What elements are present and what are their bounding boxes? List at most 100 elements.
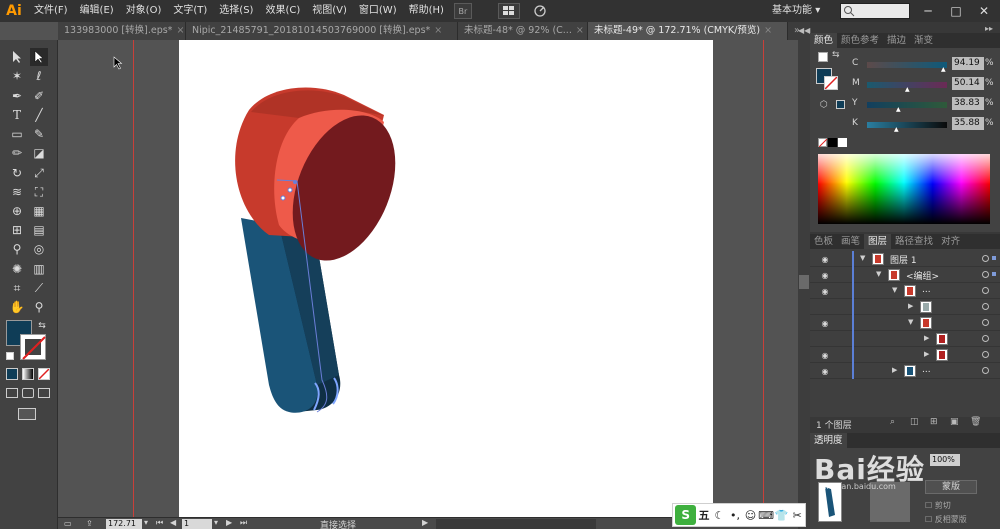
- close-button[interactable]: ✕: [972, 0, 996, 22]
- collapse-icon[interactable]: ◀◀: [798, 22, 810, 40]
- lasso-tool-icon[interactable]: ℓ: [30, 67, 48, 85]
- draw-inside-icon[interactable]: [38, 388, 50, 398]
- selection-tool-icon[interactable]: [8, 48, 26, 66]
- tab-document-3[interactable]: 未标题-48* @ 92% (C... ×: [458, 22, 588, 40]
- eraser-tool-icon[interactable]: ◪: [30, 144, 48, 162]
- tab-pathfinder[interactable]: 路径查找: [891, 234, 937, 249]
- prev-artboard-icon[interactable]: ◀: [170, 518, 176, 527]
- chevron-right-icon[interactable]: ▶: [924, 350, 929, 358]
- menu-item[interactable]: 文字(T): [167, 0, 213, 22]
- minimize-button[interactable]: ─: [916, 0, 940, 22]
- bridge-button[interactable]: Br: [453, 3, 472, 19]
- line-tool-icon[interactable]: ╱: [30, 106, 48, 124]
- magenta-value-field[interactable]: 50.14: [952, 77, 984, 90]
- close-icon[interactable]: ×: [764, 25, 772, 36]
- cyan-value-field[interactable]: 94.19: [952, 57, 984, 70]
- delete-layer-icon[interactable]: 🗑: [970, 417, 981, 427]
- chevron-down-icon[interactable]: ▾: [214, 518, 218, 527]
- search-input[interactable]: [840, 3, 910, 19]
- target-icon[interactable]: [982, 319, 989, 326]
- tab-swatches[interactable]: 色板: [810, 234, 837, 249]
- scale-tool-icon[interactable]: ⤢: [30, 164, 48, 182]
- eye-icon[interactable]: ◉: [819, 350, 831, 360]
- skin-icon[interactable]: 👕: [774, 509, 789, 522]
- target-icon[interactable]: [982, 303, 989, 310]
- menu-item[interactable]: 帮助(H): [403, 0, 450, 22]
- gradient-mode-icon[interactable]: [22, 368, 34, 380]
- target-icon[interactable]: [982, 287, 989, 294]
- arrange-documents-button[interactable]: [497, 3, 520, 19]
- free-transform-tool-icon[interactable]: ⛶: [30, 183, 48, 201]
- tab-align[interactable]: 对齐: [937, 234, 964, 249]
- pencil-tool-icon[interactable]: ✏: [8, 144, 26, 162]
- sync-icon[interactable]: [532, 2, 548, 21]
- vertical-scrollbar[interactable]: [798, 40, 810, 529]
- tab-brushes[interactable]: 画笔: [837, 234, 864, 249]
- tab-stroke[interactable]: 描边: [883, 33, 910, 48]
- stroke-swatch[interactable]: [20, 334, 46, 360]
- cyan-slider[interactable]: ▲: [867, 62, 947, 73]
- workspace-switcher[interactable]: 基本功能 ▾: [772, 0, 820, 22]
- artboard-nav-icon[interactable]: ▭: [64, 519, 72, 528]
- none-swatch[interactable]: [818, 138, 828, 148]
- none-mode-icon[interactable]: [38, 368, 50, 380]
- close-icon[interactable]: ×: [176, 25, 184, 36]
- direct-selection-tool-icon[interactable]: [30, 48, 48, 66]
- horizontal-scrollbar[interactable]: [436, 519, 596, 529]
- swap-icon[interactable]: ⇆: [36, 320, 48, 332]
- last-color-swatch[interactable]: [836, 100, 845, 109]
- artboard-tool-icon[interactable]: ⌗: [8, 279, 26, 297]
- black-swatch[interactable]: [828, 138, 837, 147]
- tab-color-guide[interactable]: 颜色参考: [837, 33, 883, 48]
- artboard[interactable]: [179, 40, 713, 517]
- layer-row[interactable]: ◉ ▼: [810, 315, 1000, 331]
- paintbrush-tool-icon[interactable]: ✎: [30, 125, 48, 143]
- scroll-thumb[interactable]: [799, 275, 809, 289]
- menu-item[interactable]: 窗口(W): [353, 0, 403, 22]
- eye-icon[interactable]: ◉: [819, 270, 831, 280]
- slice-tool-icon[interactable]: ⟋: [30, 279, 48, 297]
- chevron-right-icon[interactable]: ▶: [892, 366, 897, 374]
- tab-gradient[interactable]: 渐变: [910, 33, 937, 48]
- type-tool-icon[interactable]: T: [8, 106, 26, 124]
- menu-item[interactable]: 文件(F): [28, 0, 74, 22]
- yellow-slider[interactable]: ▲: [867, 102, 947, 113]
- draw-normal-icon[interactable]: [6, 388, 18, 398]
- chevron-down-icon[interactable]: ▼: [892, 286, 897, 294]
- blend-tool-icon[interactable]: ◎: [30, 240, 48, 258]
- menu-item[interactable]: 对象(O): [120, 0, 168, 22]
- tab-document-1[interactable]: 133983000 [转换].eps* ×: [58, 22, 186, 40]
- menu-item[interactable]: 编辑(E): [74, 0, 120, 22]
- make-mask-button[interactable]: 蒙版: [925, 480, 977, 494]
- zoom-tool-icon[interactable]: ⚲: [30, 298, 48, 316]
- target-icon[interactable]: [982, 367, 989, 374]
- target-icon[interactable]: [982, 255, 989, 262]
- width-tool-icon[interactable]: ≋: [8, 183, 26, 201]
- white-swatch[interactable]: [838, 138, 847, 147]
- menu-item[interactable]: 效果(C): [259, 0, 306, 22]
- collapse-panels-icon[interactable]: ▸▸: [985, 24, 993, 33]
- canvas-pasteboard[interactable]: [58, 40, 810, 517]
- hand-tool-icon[interactable]: ✋: [8, 298, 26, 316]
- column-graph-tool-icon[interactable]: ▥: [30, 260, 48, 278]
- first-artboard-icon[interactable]: ⏮: [156, 518, 163, 528]
- draw-behind-icon[interactable]: [22, 388, 34, 398]
- target-icon[interactable]: [982, 351, 989, 358]
- close-icon[interactable]: ×: [434, 25, 442, 36]
- yellow-value-field[interactable]: 38.83: [952, 97, 984, 110]
- swap-icon[interactable]: ⇆: [832, 50, 840, 60]
- chevron-right-icon[interactable]: ▶: [924, 334, 929, 342]
- tools-icon[interactable]: ✂: [790, 509, 805, 522]
- chevron-down-icon[interactable]: ▾: [144, 518, 148, 527]
- restore-button[interactable]: □: [944, 0, 968, 22]
- cube-icon[interactable]: ⬡: [820, 100, 828, 110]
- chevron-down-icon[interactable]: ▼: [876, 270, 881, 278]
- next-artboard-icon[interactable]: ▶: [226, 518, 232, 527]
- layer-row[interactable]: ▶: [810, 299, 1000, 315]
- eye-icon[interactable]: ◉: [819, 318, 831, 328]
- clip-checkbox[interactable]: ☐ 剪切: [925, 500, 951, 511]
- eyedropper-tool-icon[interactable]: ⚲: [8, 240, 26, 258]
- layer-row[interactable]: ◉ ▶...: [810, 363, 1000, 379]
- color-spectrum[interactable]: [818, 154, 990, 224]
- perspective-grid-tool-icon[interactable]: ▦: [30, 202, 48, 220]
